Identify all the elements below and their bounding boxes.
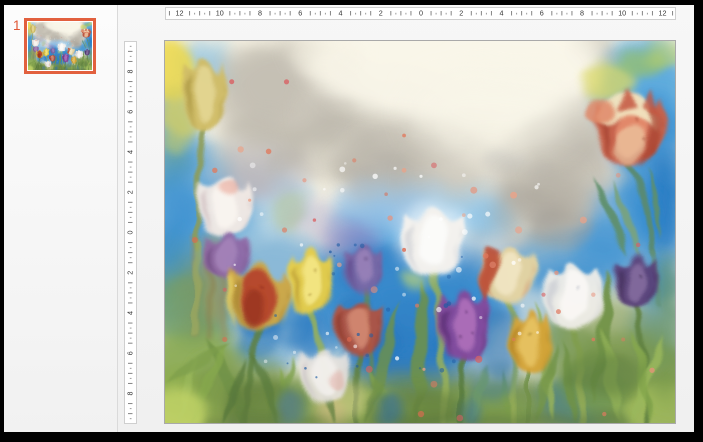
svg-text:12: 12 <box>175 9 183 18</box>
svg-text:2: 2 <box>125 270 134 274</box>
svg-text:6: 6 <box>125 351 134 355</box>
svg-text:8: 8 <box>125 391 134 395</box>
svg-text:2: 2 <box>125 190 134 194</box>
svg-text:4: 4 <box>125 150 134 154</box>
svg-text:10: 10 <box>618 9 626 18</box>
svg-text:2: 2 <box>459 9 463 18</box>
svg-text:0: 0 <box>125 230 134 234</box>
svg-text:8: 8 <box>125 69 134 73</box>
svg-text:10: 10 <box>215 9 223 18</box>
svg-text:12: 12 <box>658 9 666 18</box>
svg-text:6: 6 <box>539 9 543 18</box>
svg-text:8: 8 <box>580 9 584 18</box>
svg-text:4: 4 <box>125 311 134 315</box>
svg-text:2: 2 <box>378 9 382 18</box>
svg-text:4: 4 <box>338 9 342 18</box>
svg-text:6: 6 <box>298 9 302 18</box>
svg-text:8: 8 <box>258 9 262 18</box>
svg-text:0: 0 <box>419 9 423 18</box>
svg-text:4: 4 <box>499 9 503 18</box>
svg-text:6: 6 <box>125 109 134 113</box>
